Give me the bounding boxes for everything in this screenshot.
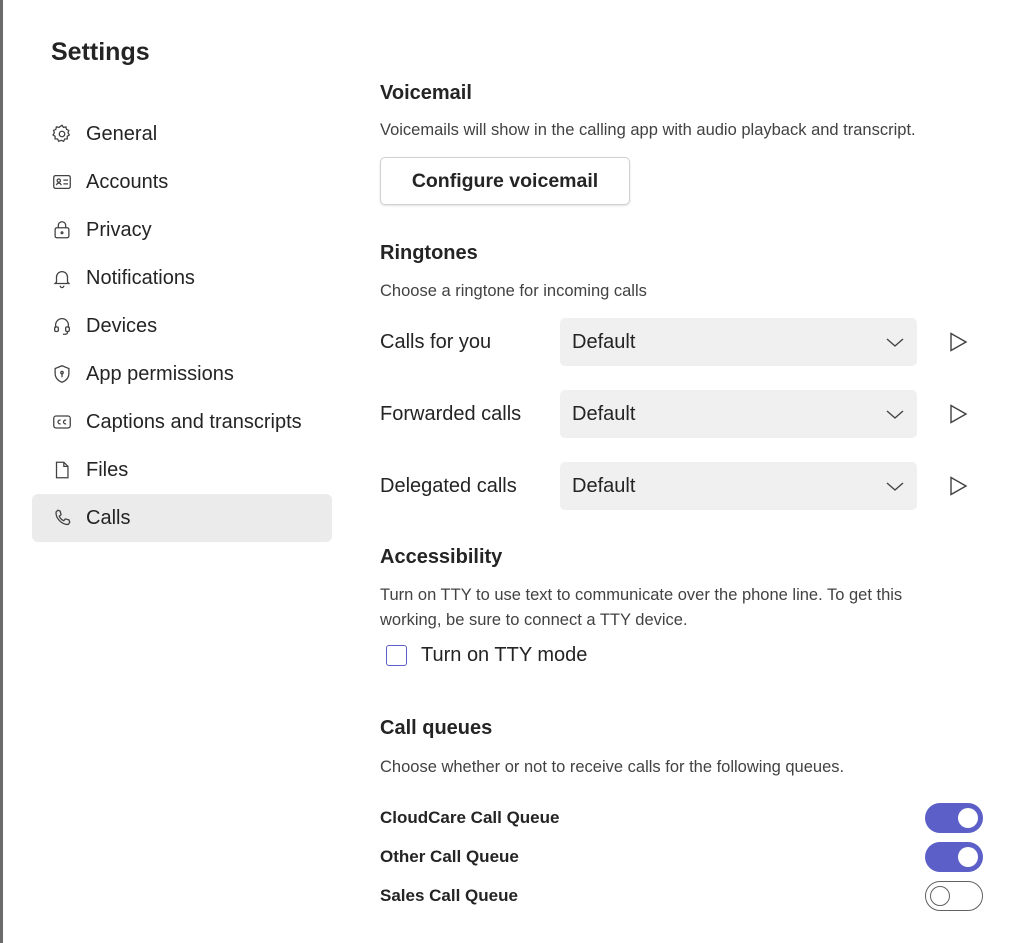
id-card-icon	[50, 170, 74, 194]
sidebar-item-label: Accounts	[86, 170, 169, 193]
sidebar-item-notifications[interactable]: Notifications	[32, 254, 332, 302]
gear-icon	[50, 122, 74, 146]
ringtone-row-forwarded-calls: Forwarded calls Default	[380, 390, 980, 438]
chevron-down-icon	[885, 406, 905, 422]
sidebar-item-label: Files	[86, 458, 129, 481]
voicemail-heading: Voicemail	[380, 82, 472, 104]
dropdown-value: Default	[572, 403, 636, 425]
ringtone-dropdown-calls-for-you[interactable]: Default	[560, 318, 917, 366]
phone-icon	[50, 506, 74, 530]
page-title: Settings	[51, 38, 150, 66]
tty-mode-checkbox[interactable]	[386, 645, 407, 666]
queue-toggle-cloudcare[interactable]	[925, 803, 983, 833]
play-icon[interactable]	[946, 402, 970, 426]
tty-mode-option[interactable]: Turn on TTY mode	[386, 644, 587, 667]
queue-row-cloudcare: CloudCare Call Queue	[380, 803, 983, 833]
accessibility-heading: Accessibility	[380, 546, 503, 568]
queue-toggle-other[interactable]	[925, 842, 983, 872]
sidebar-item-accounts[interactable]: Accounts	[32, 158, 332, 206]
sidebar-item-label: Devices	[86, 314, 158, 337]
tty-mode-label: Turn on TTY mode	[421, 644, 588, 666]
shield-icon	[50, 362, 74, 386]
sidebar-item-label: General	[86, 122, 158, 145]
sidebar-item-calls[interactable]: Calls	[32, 494, 332, 542]
accessibility-description-line2: working, be sure to connect a TTY device…	[380, 611, 688, 629]
ringtone-dropdown-delegated-calls[interactable]: Default	[560, 462, 917, 510]
sidebar-item-privacy[interactable]: Privacy	[32, 206, 332, 254]
chevron-down-icon	[885, 478, 905, 494]
sidebar-item-general[interactable]: General	[32, 110, 332, 158]
sidebar-item-label: App permissions	[86, 362, 234, 385]
queue-row-sales: Sales Call Queue	[380, 881, 983, 911]
sidebar-item-files[interactable]: Files	[32, 446, 332, 494]
voicemail-description: Voicemails will show in the calling app …	[380, 121, 916, 139]
ringtones-heading: Ringtones	[380, 242, 478, 264]
dropdown-value: Default	[572, 475, 636, 497]
accessibility-description-line1: Turn on TTY to use text to communicate o…	[380, 586, 903, 604]
ringtone-dropdown-forwarded-calls[interactable]: Default	[560, 390, 917, 438]
file-icon	[50, 458, 74, 482]
dropdown-value: Default	[572, 331, 636, 353]
queue-label: Other Call Queue	[380, 847, 519, 866]
headset-icon	[50, 314, 74, 338]
ringtone-label: Delegated calls	[380, 475, 517, 497]
settings-sidebar: General Accounts Privacy Notifications D…	[32, 110, 332, 542]
call-queues-heading: Call queues	[380, 717, 493, 739]
play-icon[interactable]	[946, 474, 970, 498]
toggle-knob	[930, 885, 950, 906]
lock-icon	[50, 218, 74, 242]
ringtone-row-calls-for-you: Calls for you Default	[380, 318, 980, 366]
queue-toggle-sales[interactable]	[925, 881, 983, 911]
ringtones-description: Choose a ringtone for incoming calls	[380, 282, 647, 300]
ringtone-label: Forwarded calls	[380, 403, 522, 425]
queue-label: Sales Call Queue	[380, 886, 518, 905]
sidebar-item-devices[interactable]: Devices	[32, 302, 332, 350]
queue-row-other: Other Call Queue	[380, 842, 983, 872]
configure-voicemail-button[interactable]: Configure voicemail	[380, 157, 630, 205]
toggle-knob	[958, 808, 978, 828]
ringtone-label: Calls for you	[380, 331, 492, 353]
sidebar-item-captions[interactable]: Captions and transcripts	[32, 398, 332, 446]
call-queues-description: Choose whether or not to receive calls f…	[380, 758, 845, 776]
ringtone-row-delegated-calls: Delegated calls Default	[380, 462, 980, 510]
settings-window: Settings General Accounts Privacy Notifi…	[0, 0, 1023, 943]
bell-icon	[50, 266, 74, 290]
sidebar-item-label: Calls	[86, 506, 131, 529]
sidebar-item-app-permissions[interactable]: App permissions	[32, 350, 332, 398]
toggle-knob	[958, 847, 978, 867]
sidebar-item-label: Privacy	[86, 218, 152, 241]
closed-captions-icon	[50, 410, 74, 434]
chevron-down-icon	[885, 334, 905, 350]
sidebar-item-label: Notifications	[86, 266, 195, 289]
play-icon[interactable]	[946, 330, 970, 354]
queue-label: CloudCare Call Queue	[380, 808, 560, 827]
sidebar-item-label: Captions and transcripts	[86, 410, 302, 433]
